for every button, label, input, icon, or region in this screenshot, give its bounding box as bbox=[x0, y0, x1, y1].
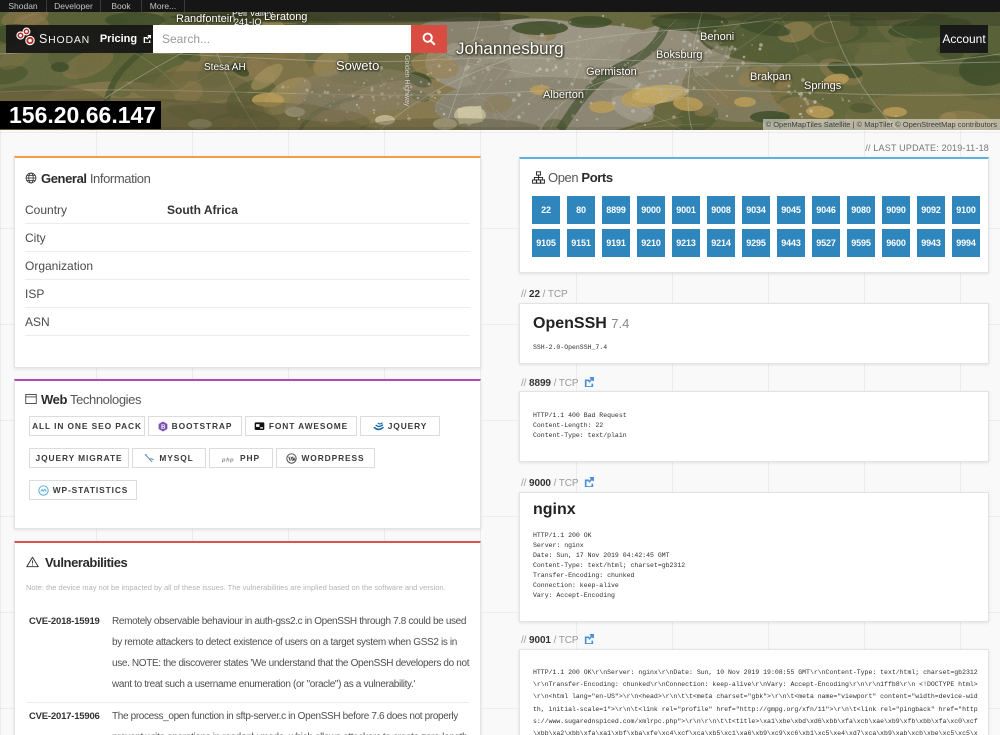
svg-text:SHODAN: SHODAN bbox=[39, 32, 90, 46]
svg-text:php: php bbox=[222, 457, 234, 463]
